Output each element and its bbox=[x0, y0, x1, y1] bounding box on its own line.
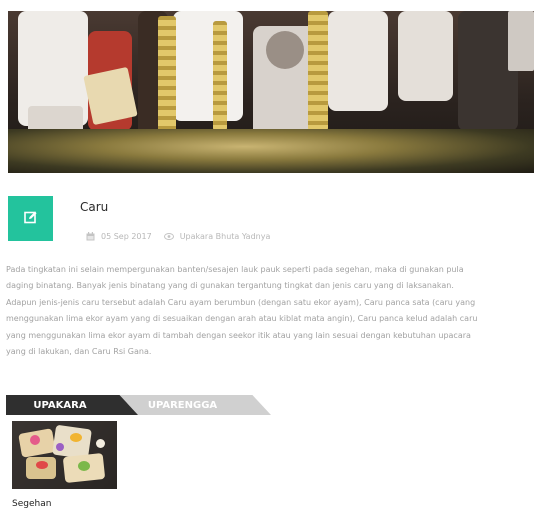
tab-uparengga[interactable]: UPARENGGA bbox=[116, 395, 271, 415]
calendar-icon bbox=[86, 232, 95, 241]
tab-bar: UPARENGGA UPAKARA bbox=[6, 395, 271, 415]
hero-image bbox=[8, 11, 534, 173]
post-date: 05 Sep 2017 bbox=[86, 232, 152, 241]
item-thumbnail[interactable] bbox=[12, 421, 117, 489]
body-line: Adapun jenis-jenis caru tersebut adalah … bbox=[6, 297, 476, 307]
post-title[interactable]: Caru bbox=[80, 200, 108, 214]
post-body: Pada tingkatan ini selain mempergunakan … bbox=[6, 262, 534, 360]
post-category-text[interactable]: Upakara Bhuta Yadnya bbox=[180, 232, 271, 241]
body-line: daging binatang. Banyak jenis binatang y… bbox=[6, 281, 454, 291]
body-line: Pada tingkatan ini selain mempergunakan … bbox=[6, 265, 464, 274]
tab-upakara[interactable]: UPAKARA bbox=[6, 395, 138, 415]
post-meta: 05 Sep 2017 Upakara Bhuta Yadnya bbox=[86, 232, 282, 241]
item-label[interactable]: Segehan bbox=[12, 499, 51, 509]
post-category[interactable]: Upakara Bhuta Yadnya bbox=[163, 232, 271, 241]
eye-icon bbox=[163, 233, 174, 240]
edit-icon bbox=[23, 209, 38, 228]
body-line: yang menggunakan lima ekor ayam di tamba… bbox=[6, 330, 471, 340]
body-line: menggunakan lima ekor ayam yang di sesua… bbox=[6, 314, 478, 324]
post-date-text: 05 Sep 2017 bbox=[101, 232, 152, 241]
body-line: yang di lakukan, dan Caru Rsi Gana. bbox=[6, 347, 152, 357]
post-format-badge bbox=[8, 196, 53, 241]
